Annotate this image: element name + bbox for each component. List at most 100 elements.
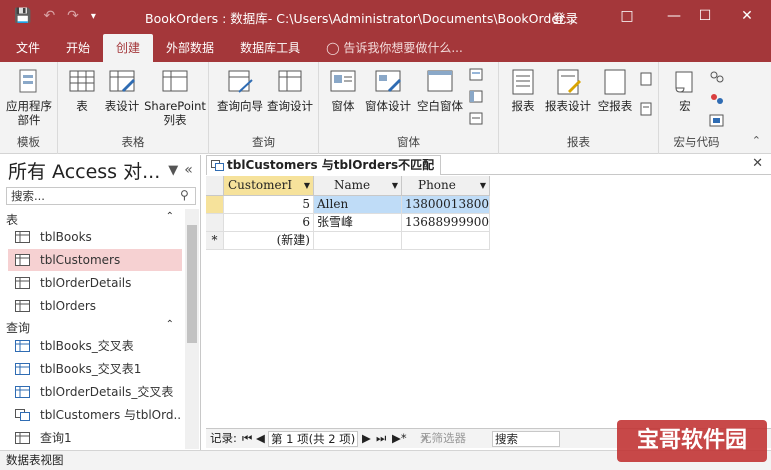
nav-item-tblorders[interactable]: tblOrders [8, 295, 182, 317]
table-cell[interactable]: 5 [224, 196, 314, 214]
column-sort-dropdown-icon[interactable]: ▼ [304, 176, 310, 195]
nav-item-label: tblBooks_交叉表 [40, 339, 134, 353]
form-design-button[interactable]: 窗体设计 [363, 68, 413, 113]
close-document-icon[interactable]: ✕ [752, 156, 763, 171]
next-record-icon[interactable]: ▶ [362, 429, 371, 448]
nav-section-label: 查询 [6, 321, 31, 335]
title-bar: 💾 ↶ ↷ ▾ BookOrders : 数据库- C:\Users\Admin… [0, 0, 771, 32]
close-window-icon[interactable]: ✕ [732, 4, 762, 28]
table-cell[interactable] [314, 232, 402, 250]
column-header-customerid[interactable]: CustomerI ▼ [224, 176, 314, 196]
undo-icon[interactable]: ↶ [43, 8, 55, 24]
minimize-icon[interactable]: — [659, 4, 689, 28]
column-header-name[interactable]: Name ▼ [314, 176, 402, 196]
sharepoint-lists-button[interactable]: SharePoint 列表 [144, 68, 206, 127]
visual-basic-icon[interactable] [709, 114, 725, 128]
search-icon[interactable]: ⚲ [180, 188, 189, 202]
labels-icon[interactable] [639, 102, 655, 116]
new-record-marker[interactable]: * [206, 232, 224, 250]
new-record-icon[interactable]: ▶* [392, 429, 407, 448]
ribbon-display-options-icon[interactable]: □ [612, 4, 642, 28]
collapse-ribbon-icon[interactable]: ⌃ [752, 134, 761, 147]
table-cell[interactable]: Allen [314, 196, 402, 214]
save-icon[interactable]: 💾 [14, 8, 31, 24]
select-query-icon [15, 432, 30, 444]
column-header-phone[interactable]: Phone ▼ [402, 176, 490, 196]
query-design-icon [278, 70, 302, 92]
table-cell[interactable]: 张雪峰 [314, 214, 402, 232]
collapse-section-icon[interactable]: ⌃ [166, 319, 174, 330]
nav-search-input[interactable]: 搜索... [6, 187, 196, 205]
nav-section-tables[interactable]: 表 ⌃ [6, 211, 180, 227]
group-macros: 宏 宏与代码 [659, 62, 734, 154]
select-all-corner[interactable] [206, 176, 224, 196]
report-wizard-icon[interactable] [639, 72, 655, 86]
macro-button[interactable]: 宏 [667, 68, 703, 113]
document-tab[interactable]: tblCustomers 与tblOrders不匹配 [206, 155, 442, 175]
form-button[interactable]: 窗体 [325, 68, 361, 113]
current-record-input[interactable]: 第 1 项(共 2 项) [268, 431, 359, 447]
nav-item-tblcustomers[interactable]: tblCustomers [8, 249, 182, 271]
report-button[interactable]: 报表 [505, 68, 541, 113]
tab-database-tools[interactable]: 数据库工具 [227, 34, 313, 62]
nav-item-tblorderdetails[interactable]: tblOrderDetails [8, 272, 182, 294]
nav-scrollbar[interactable] [185, 209, 199, 449]
tab-file[interactable]: 文件 [0, 34, 53, 62]
module-icon[interactable] [709, 70, 725, 84]
blank-report-button[interactable]: 空报表 [595, 68, 635, 113]
group-templates: 应用程序 部件 模板 [0, 62, 58, 154]
document-tab-label: tblCustomers 与tblOrders不匹配 [227, 158, 435, 172]
shutter-bar-close-icon[interactable]: « [184, 162, 193, 178]
more-forms-icon[interactable] [469, 112, 485, 126]
group-reports: 报表 报表设计 空报表 报表 [499, 62, 659, 154]
nav-pane-title: 所有 Access 对... [8, 160, 161, 183]
record-selector[interactable] [206, 214, 224, 232]
nav-item-query[interactable]: tblCustomers 与tblOrd... [8, 404, 182, 426]
table-cell[interactable]: 13800013800 [402, 196, 490, 214]
tell-me-box[interactable]: ◯ 告诉我你想要做什么... [313, 34, 476, 62]
nav-item-query[interactable]: tblBooks_交叉表 [8, 335, 182, 357]
macro-label: 宏 [679, 99, 691, 113]
nav-item-query[interactable]: tblBooks_交叉表1 [8, 358, 182, 380]
blank-form-button[interactable]: 空白窗体 [415, 68, 465, 113]
nav-item-query[interactable]: 查询1 [8, 427, 182, 449]
previous-record-icon[interactable]: ◀ [256, 429, 265, 448]
nav-pane-header[interactable]: 所有 Access 对... ▼ « [0, 155, 200, 185]
new-record-cell[interactable]: (新建) [224, 232, 314, 250]
login-link[interactable]: 登录 [553, 8, 578, 27]
table-cell[interactable]: 6 [224, 214, 314, 232]
tab-create[interactable]: 创建 [103, 34, 154, 62]
form-wizard-icon[interactable] [469, 68, 485, 82]
nav-scrollbar-thumb[interactable] [187, 225, 197, 343]
form-design-icon [375, 70, 401, 92]
class-module-icon[interactable] [709, 92, 725, 106]
query-design-button[interactable]: 查询设计 [265, 68, 315, 113]
query-wizard-icon [228, 70, 253, 93]
table-cell[interactable]: 13688999900 [402, 214, 490, 232]
nav-menu-dropdown-icon[interactable]: ▼ [168, 163, 178, 178]
navigation-form-icon[interactable] [469, 90, 485, 104]
report-icon [512, 69, 534, 95]
last-record-icon[interactable]: ⏭ [376, 429, 386, 448]
maximize-icon[interactable]: ☐ [690, 4, 720, 28]
column-sort-dropdown-icon[interactable]: ▼ [392, 176, 398, 195]
record-search-input[interactable]: 搜索 [492, 431, 560, 447]
customize-qat-icon[interactable]: ▾ [91, 11, 96, 22]
nav-item-tblbooks[interactable]: tblBooks [8, 226, 182, 248]
app-parts-button[interactable]: 应用程序 部件 [4, 68, 54, 127]
tab-external-data[interactable]: 外部数据 [153, 34, 227, 62]
first-record-icon[interactable]: ⏮ [242, 429, 252, 448]
record-selector[interactable] [206, 196, 224, 214]
nav-section-queries[interactable]: 查询 ⌃ [6, 319, 180, 335]
redo-icon[interactable]: ↷ [67, 8, 79, 24]
tab-home[interactable]: 开始 [53, 34, 103, 62]
nav-item-query[interactable]: tblOrderDetails_交叉表 [8, 381, 182, 403]
table-button[interactable]: 表 [64, 68, 100, 113]
report-design-button[interactable]: 报表设计 [543, 68, 593, 113]
table-design-button[interactable]: 表设计 [102, 68, 142, 113]
query-wizard-button[interactable]: 查询向导 [215, 68, 265, 113]
column-sort-dropdown-icon[interactable]: ▼ [480, 176, 486, 195]
macro-icon [675, 71, 693, 93]
collapse-section-icon[interactable]: ⌃ [166, 211, 174, 222]
table-cell[interactable] [402, 232, 490, 250]
